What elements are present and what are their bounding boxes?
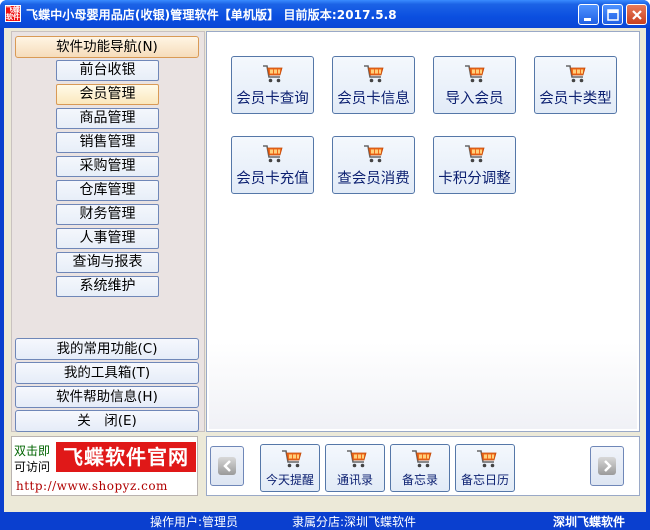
status-bar: 操作用户:管理员 隶属分店:深圳飞蝶软件 深圳飞蝶软件 xyxy=(0,512,650,530)
scroll-left-button[interactable] xyxy=(210,446,244,486)
shopping-cart-icon xyxy=(465,65,485,83)
website-ad[interactable]: 双击即 可访问 飞蝶软件官网 http://www.shopyz.com xyxy=(11,436,198,496)
arrow-left-icon xyxy=(223,460,231,472)
quick-label: 通讯录 xyxy=(336,473,373,487)
nav-item[interactable]: 仓库管理 xyxy=(56,180,159,201)
nav-item[interactable]: 查询与报表 xyxy=(56,252,159,273)
quick-label: 备忘录 xyxy=(401,473,438,487)
ad-hint-line2: 可访问 xyxy=(14,460,51,474)
title-bar[interactable]: 飞蝶软件 飞蝶中小母婴用品店(收银)管理软件【单机版】 目前版本:2017.5.… xyxy=(0,0,650,28)
client-area: 软件功能导航(N) 前台收银会员管理商品管理销售管理采购管理仓库管理财务管理人事… xyxy=(4,28,646,512)
nav-item[interactable]: 商品管理 xyxy=(56,108,159,129)
my-toolbox-button[interactable]: 我的工具箱(T) xyxy=(15,362,199,384)
nav-item[interactable]: 前台收银 xyxy=(56,60,159,81)
shopping-cart-icon xyxy=(347,450,367,468)
nav-item[interactable]: 系统维护 xyxy=(56,276,159,297)
close-app-button[interactable]: 关 闭(E) xyxy=(15,410,199,432)
function-grid: 会员卡查询 会员卡信息 导入会员 会员卡类型会员卡充值 查会员消费 卡积分调整 xyxy=(209,34,637,429)
scroll-right-button[interactable] xyxy=(590,446,624,486)
nav-item[interactable]: 会员管理 xyxy=(56,84,159,105)
maximize-icon xyxy=(607,9,619,21)
status-operator: 操作用户:管理员 xyxy=(150,515,239,529)
function-label: 会员卡充值 xyxy=(236,171,309,187)
navigation-panel: 软件功能导航(N) 前台收银会员管理商品管理销售管理采购管理仓库管理财务管理人事… xyxy=(11,31,205,432)
arrow-right-icon xyxy=(604,460,612,472)
function-button[interactable]: 会员卡充值 xyxy=(231,136,314,194)
nav-header-button[interactable]: 软件功能导航(N) xyxy=(15,36,199,58)
function-panel: 会员卡查询 会员卡信息 导入会员 会员卡类型会员卡充值 查会员消费 卡积分调整 xyxy=(206,31,640,432)
website-url[interactable]: http://www.shopyz.com xyxy=(16,479,168,493)
my-common-functions-button[interactable]: 我的常用功能(C) xyxy=(15,338,199,360)
close-icon xyxy=(632,10,642,20)
quick-label: 今天提醒 xyxy=(265,473,314,487)
minimize-icon xyxy=(584,18,591,21)
function-button[interactable]: 会员卡信息 xyxy=(332,56,415,114)
function-label: 查会员消费 xyxy=(337,171,410,187)
function-label: 会员卡类型 xyxy=(539,91,612,107)
maximize-button[interactable] xyxy=(602,4,623,25)
nav-item[interactable]: 财务管理 xyxy=(56,204,159,225)
minimize-button[interactable] xyxy=(578,4,599,25)
ad-hint-line1: 双击即 xyxy=(14,444,51,458)
quick-button[interactable]: 备忘日历 xyxy=(455,444,515,492)
website-logo[interactable]: 飞蝶软件官网 xyxy=(56,442,196,472)
app-icon: 飞蝶软件 xyxy=(5,5,21,22)
shopping-cart-icon xyxy=(263,145,283,163)
nav-item[interactable]: 销售管理 xyxy=(56,132,159,153)
window-title: 飞蝶中小母婴用品店(收银)管理软件【单机版】 目前版本:2017.5.8 xyxy=(26,8,397,22)
quick-button[interactable]: 今天提醒 xyxy=(260,444,320,492)
function-label: 会员卡查询 xyxy=(236,91,309,107)
function-button[interactable]: 导入会员 xyxy=(433,56,516,114)
function-button[interactable]: 卡积分调整 xyxy=(433,136,516,194)
nav-item[interactable]: 人事管理 xyxy=(56,228,159,249)
quick-button[interactable]: 备忘录 xyxy=(390,444,450,492)
shopping-cart-icon xyxy=(477,450,497,468)
quick-button[interactable]: 通讯录 xyxy=(325,444,385,492)
shopping-cart-icon xyxy=(465,145,485,163)
shopping-cart-icon xyxy=(364,65,384,83)
function-label: 导入会员 xyxy=(445,91,504,107)
quick-label: 备忘日历 xyxy=(460,473,509,487)
shopping-cart-icon xyxy=(282,450,302,468)
shopping-cart-icon xyxy=(263,65,283,83)
shopping-cart-icon xyxy=(364,145,384,163)
help-info-button[interactable]: 软件帮助信息(H) xyxy=(15,386,199,408)
nav-item[interactable]: 采购管理 xyxy=(56,156,159,177)
status-company: 深圳飞蝶软件 xyxy=(553,515,626,529)
close-button[interactable] xyxy=(626,4,647,25)
app-window: 飞蝶软件 飞蝶中小母婴用品店(收银)管理软件【单机版】 目前版本:2017.5.… xyxy=(0,0,650,530)
status-branch: 隶属分店:深圳飞蝶软件 xyxy=(292,515,417,529)
function-label: 会员卡信息 xyxy=(337,91,410,107)
shopping-cart-icon xyxy=(566,65,586,83)
function-button[interactable]: 会员卡查询 xyxy=(231,56,314,114)
function-button[interactable]: 查会员消费 xyxy=(332,136,415,194)
function-label: 卡积分调整 xyxy=(438,171,511,187)
quick-access-bar: 今天提醒 通讯录 备忘录 备忘日历 xyxy=(206,436,640,496)
shopping-cart-icon xyxy=(412,450,432,468)
function-button[interactable]: 会员卡类型 xyxy=(534,56,617,114)
